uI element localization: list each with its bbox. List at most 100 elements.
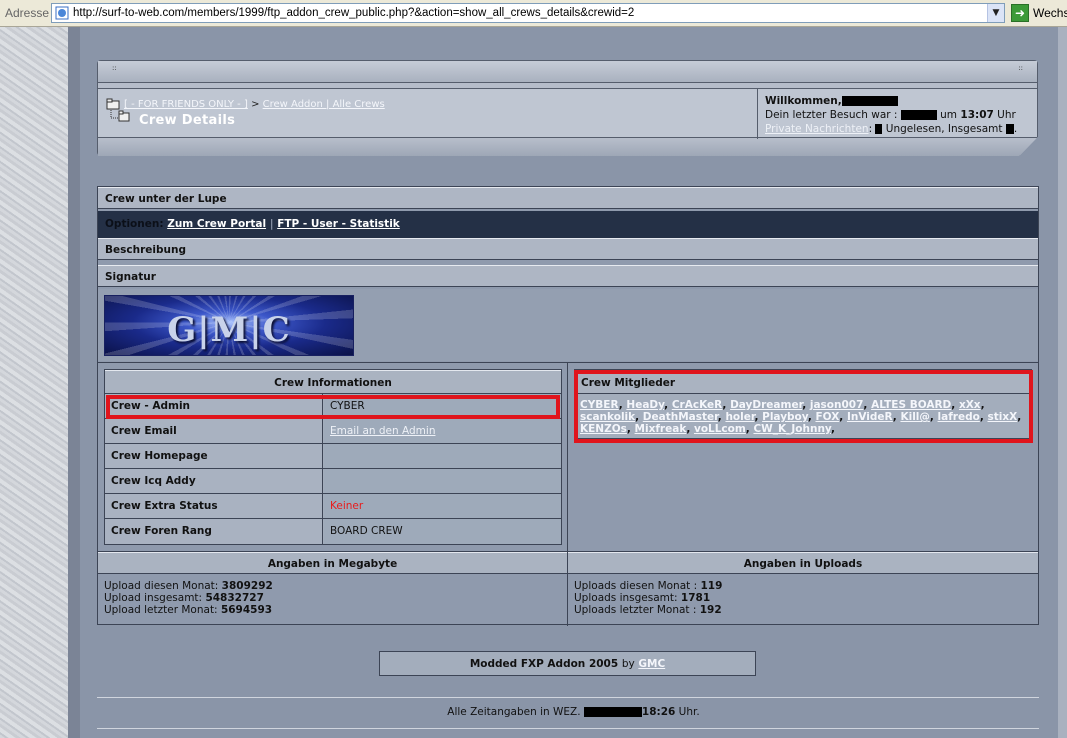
- email-admin-link[interactable]: Email an den Admin: [330, 425, 435, 437]
- member-separator: ,: [1017, 411, 1022, 423]
- info-value: Email an den Admin: [324, 419, 561, 443]
- crew-member-link[interactable]: FOX: [815, 411, 839, 423]
- crew-member-link[interactable]: DeathMaster: [643, 411, 718, 423]
- info-row-admin: Crew - Admin CYBER: [105, 394, 561, 419]
- page-title: Crew Details: [139, 113, 236, 128]
- member-separator: ,: [839, 411, 847, 423]
- crew-member-link[interactable]: xXx: [959, 399, 981, 411]
- info-label: Crew Icq Addy: [105, 469, 323, 493]
- column-divider: [567, 363, 568, 626]
- crew-members-box: Crew Mitglieder CYBER, HeaDy, CrAcKeR, D…: [574, 369, 1032, 439]
- stat-label: Uploads insgesamt:: [574, 592, 678, 604]
- member-separator: ,: [686, 423, 694, 435]
- last-visit-unit: Uhr: [997, 109, 1016, 121]
- signature-heading: Signatur: [98, 265, 1038, 287]
- last-visit-at: um: [940, 109, 958, 121]
- member-separator: ,: [830, 423, 835, 435]
- crew-member-link[interactable]: scankolik: [580, 411, 635, 423]
- member-separator: ,: [802, 399, 810, 411]
- go-arrow-icon[interactable]: ➜: [1011, 4, 1029, 22]
- crew-member-link[interactable]: jason007: [810, 399, 864, 411]
- stat-label: Uploads letzter Monat :: [574, 604, 697, 616]
- stone-border: [0, 27, 68, 738]
- breadcrumb-crew-link[interactable]: Crew Addon | Alle Crews: [263, 99, 385, 110]
- crew-portal-link[interactable]: Zum Crew Portal: [167, 218, 266, 230]
- url-input[interactable]: http://surf-to-web.com/members/1999/ftp_…: [51, 3, 1005, 23]
- uploads-heading: Angaben in Uploads: [568, 552, 1038, 574]
- crew-info-section: Crew Informationen Crew - Admin CYBER Cr…: [98, 363, 568, 551]
- megabyte-stats: Upload diesen Monat: 3809292 Upload insg…: [104, 580, 273, 616]
- info-value: [324, 444, 561, 468]
- crew-member-link[interactable]: stixX: [988, 411, 1018, 423]
- credit-by: by: [621, 658, 635, 670]
- stat-label: Uploads diesen Monat :: [574, 580, 698, 592]
- crew-member-link[interactable]: CW_K_Johnny: [753, 423, 831, 435]
- members-heading: Crew Mitglieder: [575, 370, 1031, 394]
- pm-colon: :: [868, 123, 876, 135]
- page-icon: [55, 6, 69, 20]
- header-divider: [757, 89, 758, 139]
- crew-detail-panel: Crew unter der Lupe Optionen: Zum Crew P…: [97, 186, 1039, 626]
- signature-area: G|M|C: [98, 289, 1038, 361]
- member-separator: ,: [951, 399, 959, 411]
- private-messages-link[interactable]: Private Nachrichten: [765, 123, 869, 135]
- pm-unread-label: Ungelesen, Insgesamt: [882, 123, 1003, 135]
- crew-member-link[interactable]: Playboy: [762, 411, 808, 423]
- header-panel: :: :: [ - FOR FRIENDS ONLY - ] > Crew Ad…: [97, 60, 1038, 156]
- stat-value: 54832727: [205, 592, 264, 604]
- crew-member-link[interactable]: InVideR: [847, 411, 893, 423]
- crew-member-link[interactable]: holer: [725, 411, 754, 423]
- footer-divider: [97, 728, 1039, 729]
- gmc-banner-logo: G|M|C: [104, 295, 354, 356]
- footer-divider: [97, 697, 1039, 698]
- address-label: Adresse: [5, 6, 50, 20]
- credit-box: Modded FXP Addon 2005 by GMC: [379, 651, 756, 676]
- info-label: Crew - Admin: [105, 394, 323, 418]
- banner-text: G|M|C: [167, 310, 291, 350]
- go-label[interactable]: Wechs: [1033, 6, 1067, 20]
- redacted-total: [1005, 124, 1014, 134]
- info-row-homepage: Crew Homepage: [105, 444, 561, 469]
- crew-member-link[interactable]: voLLcom: [694, 423, 746, 435]
- page-edge: [68, 27, 80, 738]
- info-value: BOARD CREW: [324, 519, 561, 544]
- member-separator: ,: [754, 411, 763, 423]
- welcome-box: Willkommen, Dein letzter Besuch war : um…: [765, 95, 1018, 135]
- crew-member-link[interactable]: Kill@: [900, 411, 929, 423]
- chevron-down-icon[interactable]: ▼: [987, 4, 1004, 22]
- section-title: Crew unter der Lupe: [98, 187, 1038, 209]
- options-label: Optionen:: [105, 218, 164, 230]
- gmc-link[interactable]: GMC: [638, 658, 665, 670]
- info-value: [324, 469, 561, 493]
- stat-value: 5694593: [220, 604, 273, 616]
- options-separator: |: [269, 218, 274, 230]
- crew-member-link[interactable]: KENZOs: [580, 423, 627, 435]
- info-value: Keiner: [324, 494, 561, 518]
- crew-member-link[interactable]: lafredo: [938, 411, 980, 423]
- timezone-unit: Uhr.: [678, 706, 700, 718]
- breadcrumb-root-link[interactable]: [ - FOR FRIENDS ONLY - ]: [124, 99, 248, 110]
- header-inner: [ - FOR FRIENDS ONLY - ] > Crew Addon | …: [98, 88, 1037, 139]
- stat-value: 192: [699, 604, 722, 616]
- breadcrumb: [ - FOR FRIENDS ONLY - ] > Crew Addon | …: [124, 99, 385, 110]
- info-label: Crew Extra Status: [105, 494, 323, 518]
- crew-member-link[interactable]: CrAcKeR: [672, 399, 723, 411]
- member-separator: ,: [635, 411, 643, 423]
- ftp-statistics-link[interactable]: FTP - User - Statistik: [277, 218, 400, 230]
- crew-member-link[interactable]: ALTES BOARD: [871, 399, 951, 411]
- crew-member-link[interactable]: CYBER: [580, 399, 619, 411]
- redacted-date: [900, 110, 937, 120]
- stat-value: 3809292: [221, 580, 273, 592]
- info-label: Crew Email: [105, 419, 323, 443]
- breadcrumb-separator: >: [251, 99, 260, 110]
- redacted-date: [583, 707, 642, 717]
- info-label: Crew Foren Rang: [105, 519, 323, 544]
- header-top-bar: :: ::: [98, 61, 1037, 83]
- members-list: CYBER, HeaDy, CrAcKeR, DayDreamer, jason…: [575, 394, 1031, 440]
- credit-text: Modded FXP Addon 2005: [469, 658, 619, 670]
- crew-member-link[interactable]: DayDreamer: [730, 399, 802, 411]
- uploads-stats: Uploads diesen Monat : 119 Uploads insge…: [574, 580, 722, 616]
- timezone-note: Alle Zeitangaben in WEZ. 18:26 Uhr.: [0, 706, 1067, 718]
- crew-member-link[interactable]: Mixfreak: [635, 423, 687, 435]
- crew-member-link[interactable]: HeaDy: [626, 399, 664, 411]
